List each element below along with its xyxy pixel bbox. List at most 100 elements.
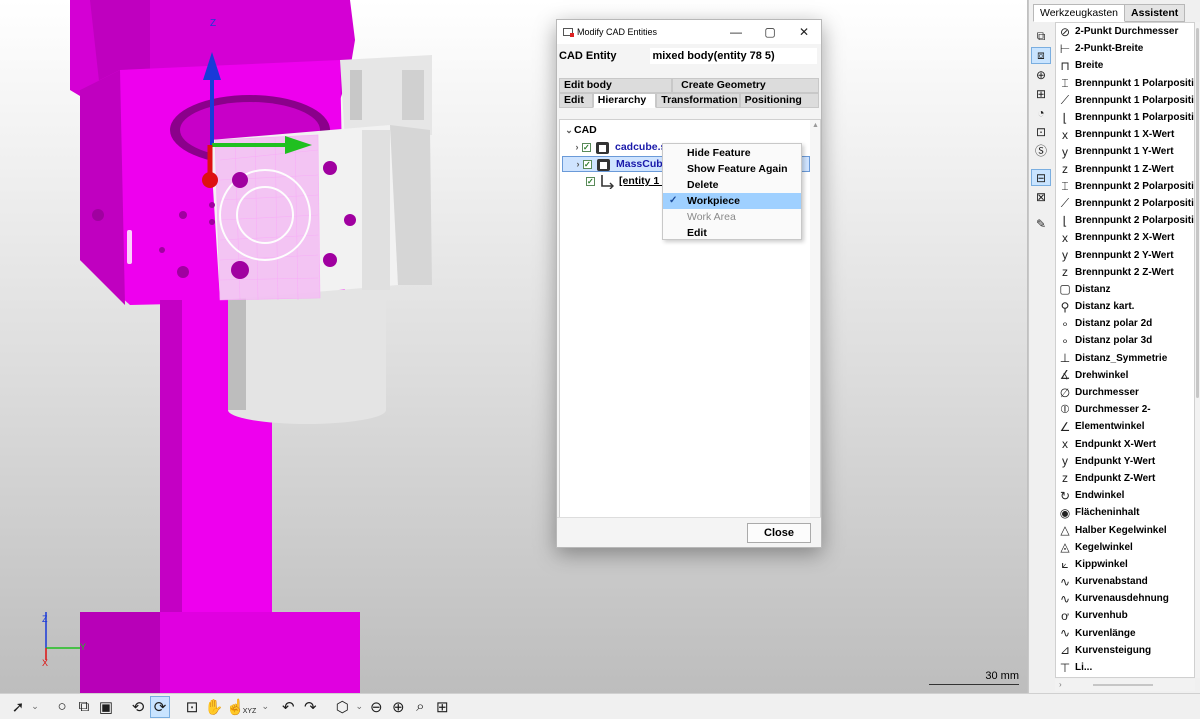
tree-scrollbar[interactable]: ▲ ▼: [810, 120, 820, 536]
toolbox-item[interactable]: x Brennpunkt 1 X-Wert: [1056, 126, 1194, 143]
tree-node-cadcube[interactable]: › cadcube.sat: [572, 139, 676, 156]
tab-transformation[interactable]: Transformation: [656, 93, 740, 108]
position-icon[interactable]: ⊕: [1031, 66, 1051, 83]
toolbox-item[interactable]: ⟋ Brennpunkt 1 Polarpositi: [1056, 92, 1194, 109]
toolbox-item[interactable]: ◉ Flächeninhalt: [1056, 504, 1194, 521]
form-icon[interactable]: ⊞: [1031, 85, 1051, 102]
geometry-icon[interactable]: ⧉: [1031, 28, 1051, 45]
toolbox-item[interactable]: ⊓ Breite: [1056, 57, 1194, 74]
toolbox-item[interactable]: ⊿ Kurvensteigung: [1056, 642, 1194, 659]
cube-view-icon[interactable]: ⬡: [332, 696, 352, 718]
pen-icon[interactable]: ✎: [1031, 215, 1051, 232]
select-arrow-icon[interactable]: ➚: [8, 696, 28, 718]
toolbox-item[interactable]: ⊢ 2-Punkt-Breite: [1056, 40, 1194, 57]
toolbox-item[interactable]: ⌊ Brennpunkt 1 Polarpositi: [1056, 109, 1194, 126]
close-window-button[interactable]: ✕: [787, 25, 821, 39]
3d-viewport[interactable]: Z Z Y X 30 mm: [0, 0, 1028, 693]
rotate-view-icon[interactable]: ⟲: [128, 696, 148, 718]
toolbox-item[interactable]: ⌶ Brennpunkt 2 Polarpositi: [1056, 178, 1194, 195]
toolbox-item[interactable]: y Brennpunkt 2 Y-Wert: [1056, 246, 1194, 263]
rotate-xyz-icon[interactable]: ☝ XYZ: [226, 696, 258, 718]
toolbox-item[interactable]: y Brennpunkt 1 Y-Wert: [1056, 143, 1194, 160]
minimize-button[interactable]: —: [719, 25, 753, 39]
profile-icon[interactable]: ◔: [1031, 104, 1051, 121]
toolbox-vertical-scrollbar[interactable]: [1195, 22, 1200, 678]
toolbox-item[interactable]: ⚲ Distanz kart.: [1056, 298, 1194, 315]
maximize-button[interactable]: ▢: [753, 25, 787, 39]
menu-item-workpiece[interactable]: ✓ Workpiece: [663, 193, 801, 209]
toolbox-item[interactable]: ∘ Distanz polar 2d: [1056, 315, 1194, 332]
s-icon[interactable]: Ⓢ: [1031, 142, 1051, 159]
visibility-checkbox[interactable]: [583, 157, 592, 173]
dialog-titlebar[interactable]: Modify CAD Entities — ▢ ✕: [557, 20, 821, 44]
toolbox-item[interactable]: ↻ Endwinkel: [1056, 487, 1194, 504]
chevron-down-icon[interactable]: ⌄: [564, 122, 574, 138]
toolbox-item[interactable]: ⊤ Li...: [1056, 659, 1194, 676]
measure-icon[interactable]: ⊡: [1031, 123, 1051, 140]
toolbox-item[interactable]: ◬ Kegelwinkel: [1056, 539, 1194, 556]
undo-view-icon[interactable]: ↶: [278, 696, 298, 718]
toolbox-item[interactable]: ⊘ 2-Punkt Durchmesser: [1056, 23, 1194, 40]
fit-window-icon[interactable]: ⊞: [432, 696, 452, 718]
chevron-down-icon[interactable]: ⌄: [260, 696, 270, 718]
chevron-right-icon[interactable]: ›: [573, 156, 583, 172]
tree-root[interactable]: ⌄ CAD: [564, 122, 597, 138]
visibility-checkbox[interactable]: [582, 140, 591, 156]
toolbox-item[interactable]: ⌶ Brennpunkt 1 Polarpositi: [1056, 75, 1194, 92]
menu-item-show-feature-again[interactable]: Show Feature Again: [663, 161, 801, 177]
toolbox-item[interactable]: x Endpunkt X-Wert: [1056, 436, 1194, 453]
shapes-icon[interactable]: ⧈: [1031, 47, 1051, 64]
tab-edit-body[interactable]: Edit body: [559, 78, 673, 93]
box-wireframe-icon[interactable]: ⧉: [74, 696, 94, 718]
zoom-fit-icon[interactable]: ⌕: [410, 696, 430, 718]
toolbox-item[interactable]: ▢ Distanz: [1056, 281, 1194, 298]
redo-view-icon[interactable]: ↷: [300, 696, 320, 718]
toolbox-item[interactable]: z Brennpunkt 1 Z-Wert: [1056, 161, 1194, 178]
toolbox-item[interactable]: ⌊ Brennpunkt 2 Polarpositi: [1056, 212, 1194, 229]
toolbox-item[interactable]: z Endpunkt Z-Wert: [1056, 470, 1194, 487]
tab-hierarchy[interactable]: Hierarchy: [592, 93, 657, 108]
toolbox-item[interactable]: ⟀ Kippwinkel: [1056, 556, 1194, 573]
zoom-out-icon[interactable]: ⊖: [366, 696, 386, 718]
toolbox-item[interactable]: ∿ Kurvenlänge: [1056, 625, 1194, 642]
cad-scene[interactable]: Z Z Y X: [0, 0, 1028, 693]
toolbox-item[interactable]: ∿ Kurvenabstand: [1056, 573, 1194, 590]
tab-edit[interactable]: Edit: [559, 93, 593, 108]
toolbox-item[interactable]: z Brennpunkt 2 Z-Wert: [1056, 264, 1194, 281]
zoom-region-icon[interactable]: ⊡: [182, 696, 202, 718]
toolbox-item[interactable]: y Endpunkt Y-Wert: [1056, 453, 1194, 470]
toolbox-horizontal-scrollbar[interactable]: ›: [1055, 679, 1195, 691]
tab-assistent[interactable]: Assistent: [1125, 4, 1186, 22]
menu-item-delete[interactable]: Delete: [663, 177, 801, 193]
pan-hand-icon[interactable]: ✋: [204, 696, 224, 718]
close-button[interactable]: Close: [747, 523, 811, 543]
toolbox-item[interactable]: x Brennpunkt 2 X-Wert: [1056, 229, 1194, 246]
tab-positioning[interactable]: Positioning: [739, 93, 819, 108]
chevron-right-icon[interactable]: ›: [572, 139, 582, 155]
tab-create-geometry[interactable]: Create Geometry: [672, 78, 819, 93]
tree-node-entity[interactable]: [entity 1 5]: [586, 173, 672, 190]
toolbox-item[interactable]: ⦶ Durchmesser 2-: [1056, 401, 1194, 418]
toolbox-item[interactable]: △ Halber Kegelwinkel: [1056, 521, 1194, 538]
menu-item-edit[interactable]: Edit: [663, 225, 801, 241]
scan-icon[interactable]: ⊠: [1031, 188, 1051, 205]
visibility-checkbox[interactable]: [586, 174, 595, 190]
box-solid-icon[interactable]: ▣: [96, 696, 116, 718]
toolbox-item[interactable]: ⟋ Brennpunkt 2 Polarpositi: [1056, 195, 1194, 212]
toolbox-item[interactable]: ∘ Distanz polar 3d: [1056, 332, 1194, 349]
chevron-down-icon[interactable]: ⌄: [30, 696, 40, 718]
toolbox-item[interactable]: ⊥ Distanz_Symmetrie: [1056, 350, 1194, 367]
rotate-view-active-icon[interactable]: ⟳: [150, 695, 170, 718]
toolbox-list[interactable]: ⊘ 2-Punkt Durchmesser ⊢ 2-Punkt-Breite ⊓ Brei…: [1055, 22, 1195, 678]
tab-werkzeugkasten[interactable]: Werkzeugkasten: [1033, 4, 1126, 22]
chevron-down-icon[interactable]: ⌄: [354, 696, 364, 718]
toolbox-item[interactable]: ∿ Kurvenausdehnung: [1056, 590, 1194, 607]
toolbox-item[interactable]: ∅ Durchmesser: [1056, 384, 1194, 401]
toolbox-item[interactable]: ơ Kurvenhub: [1056, 607, 1194, 624]
circle-icon[interactable]: ○: [52, 696, 72, 718]
zoom-in-icon[interactable]: ⊕: [388, 696, 408, 718]
toolbox-icon[interactable]: ⊟: [1031, 169, 1051, 186]
toolbox-item[interactable]: ∡ Drehwinkel: [1056, 367, 1194, 384]
toolbox-item[interactable]: ∠ Elementwinkel: [1056, 418, 1194, 435]
menu-item-hide-feature[interactable]: Hide Feature: [663, 145, 801, 161]
